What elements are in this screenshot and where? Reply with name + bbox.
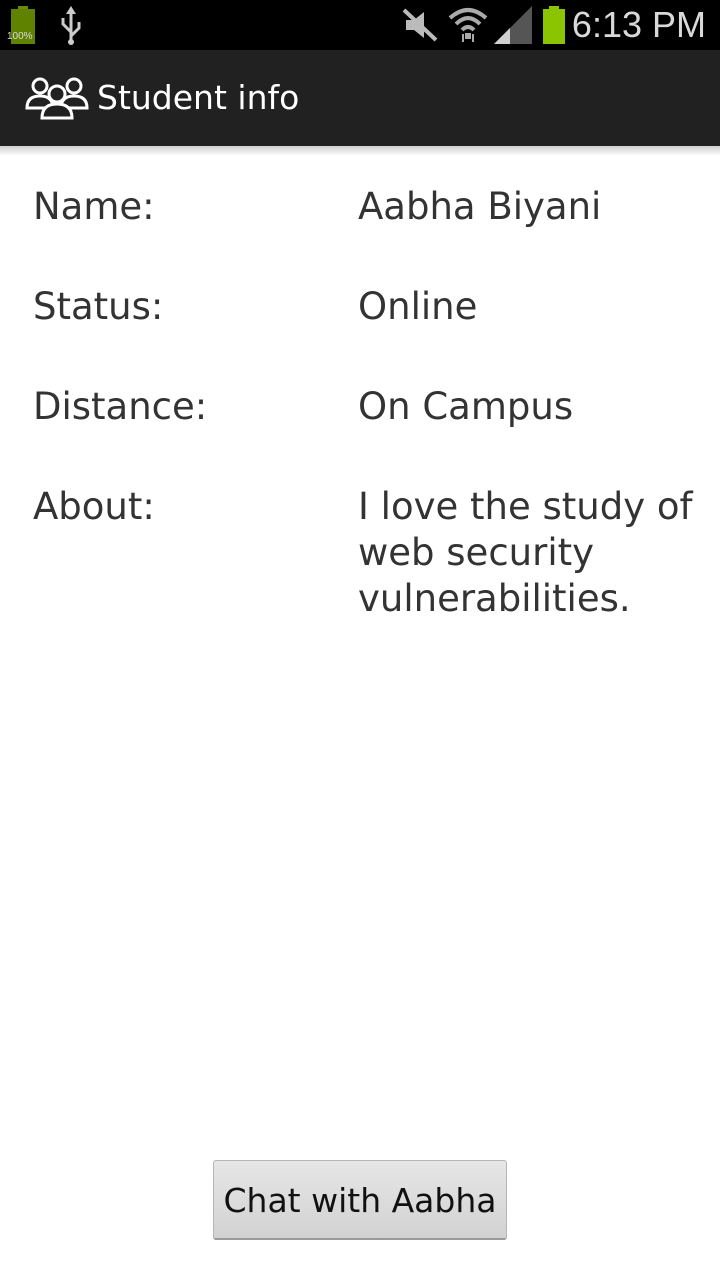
status-label: Status:	[33, 285, 164, 328]
clock: 6:13 PM	[571, 4, 706, 45]
battery-percent: 100%	[7, 31, 33, 42]
mute-icon	[402, 8, 438, 42]
status-value: Online	[358, 285, 478, 328]
about-label: About:	[33, 485, 155, 528]
group-icon[interactable]	[24, 72, 90, 122]
action-bar-shadow	[0, 146, 720, 156]
action-bar: Student info	[0, 50, 720, 146]
wifi-icon	[448, 8, 488, 42]
battery-icon	[543, 6, 565, 44]
signal-icon	[494, 6, 532, 44]
usb-icon	[61, 6, 81, 45]
distance-value: On Campus	[358, 385, 574, 428]
name-value: Aabha Biyani	[358, 185, 602, 228]
chat-button[interactable]: Chat with Aabha	[213, 1160, 507, 1240]
name-label: Name:	[33, 185, 155, 228]
page-title: Student info	[97, 78, 300, 117]
about-value: I love the study of web security vulnera…	[358, 485, 693, 620]
distance-label: Distance:	[33, 385, 208, 428]
status-bar: 100% 6:13 PM	[0, 0, 720, 50]
